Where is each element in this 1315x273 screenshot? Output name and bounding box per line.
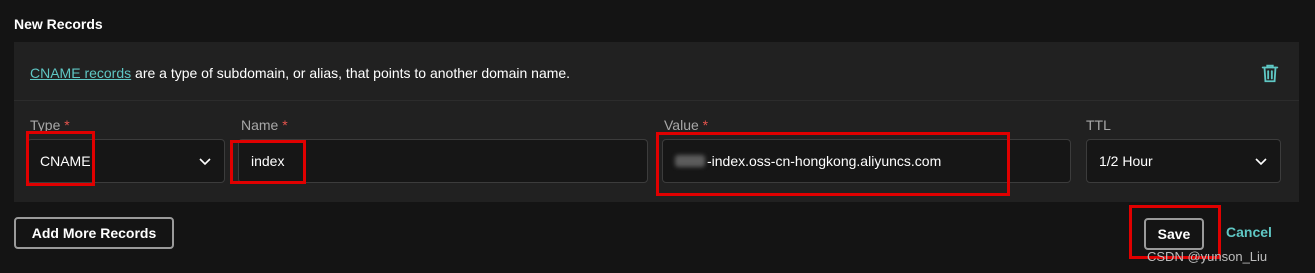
name-label: Name * bbox=[241, 117, 288, 133]
ttl-select[interactable]: 1/2 Hour bbox=[1086, 139, 1281, 183]
trash-icon[interactable] bbox=[1259, 62, 1281, 84]
value-input[interactable]: -index.oss-cn-hongkong.aliyuncs.com bbox=[662, 139, 1071, 183]
redacted-prefix bbox=[675, 155, 705, 167]
cname-records-link[interactable]: CNAME records bbox=[30, 65, 131, 81]
value-input-value: -index.oss-cn-hongkong.aliyuncs.com bbox=[707, 153, 942, 169]
chevron-down-icon bbox=[199, 158, 211, 166]
name-input[interactable]: index bbox=[238, 139, 648, 183]
save-button[interactable]: Save bbox=[1144, 218, 1204, 250]
ttl-label: TTL bbox=[1086, 117, 1111, 133]
watermark: CSDN @yunson_Liu bbox=[1147, 249, 1268, 264]
type-select-value: CNAME bbox=[40, 153, 91, 169]
info-text: CNAME records are a type of subdomain, o… bbox=[30, 65, 570, 81]
divider bbox=[14, 100, 1299, 101]
add-more-records-button[interactable]: Add More Records bbox=[14, 217, 174, 249]
value-label: Value * bbox=[664, 117, 709, 133]
chevron-down-icon bbox=[1255, 158, 1267, 166]
new-record-panel: CNAME records are a type of subdomain, o… bbox=[14, 42, 1299, 202]
name-input-value: index bbox=[251, 153, 285, 169]
type-label: Type * bbox=[30, 117, 70, 133]
ttl-select-value: 1/2 Hour bbox=[1099, 153, 1153, 169]
cancel-button[interactable]: Cancel bbox=[1226, 224, 1272, 240]
info-description: are a type of subdomain, or alias, that … bbox=[131, 65, 571, 81]
type-select[interactable]: CNAME bbox=[27, 139, 225, 183]
section-title: New Records bbox=[14, 16, 103, 32]
